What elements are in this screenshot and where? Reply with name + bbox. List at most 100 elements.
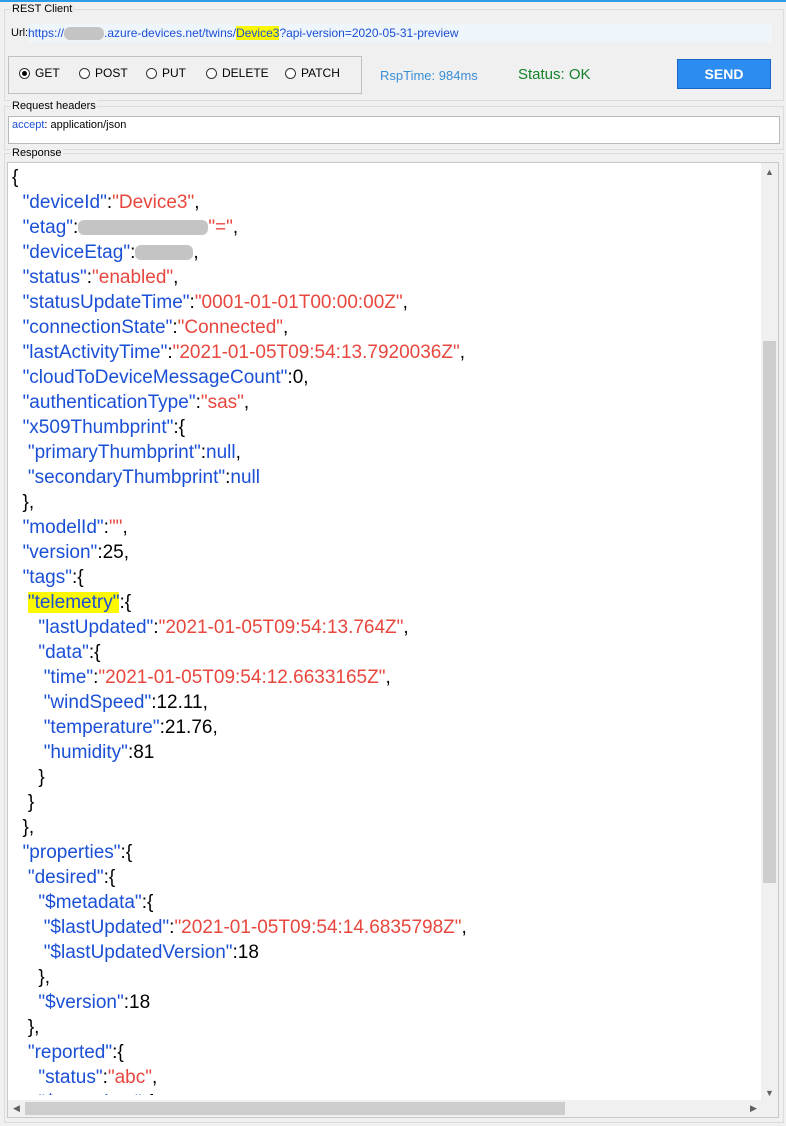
json-punctuation: :12.11,	[151, 692, 208, 713]
json-punctuation	[12, 467, 28, 488]
json-punctuation: :18	[123, 992, 151, 1013]
method-post-radio[interactable]: POST	[79, 66, 128, 80]
json-line: "$lastUpdated":"2021-01-05T09:54:14.6835…	[12, 915, 752, 940]
json-key: "version"	[22, 542, 98, 563]
json-key: "status"	[38, 1067, 103, 1088]
scroll-left-icon[interactable]: ◀	[8, 1100, 25, 1117]
json-punctuation: :25,	[97, 542, 130, 563]
status-label: Status: OK	[518, 66, 591, 83]
scroll-right-icon[interactable]: ▶	[745, 1100, 762, 1117]
json-key: "windSpeed"	[43, 692, 152, 713]
method-patch-radio[interactable]: PATCH	[285, 66, 340, 80]
redacted-value	[135, 245, 194, 261]
json-key: "status"	[22, 267, 87, 288]
json-punctuation	[12, 892, 38, 913]
json-key: "humidity"	[43, 742, 128, 763]
redacted-value	[78, 220, 209, 236]
json-line: {	[12, 165, 752, 190]
json-punctuation: :21.76,	[159, 717, 218, 738]
url-device-path: Device3	[236, 26, 280, 40]
vertical-scroll-thumb[interactable]	[763, 341, 776, 883]
json-line: "x509Thumbprint":{	[12, 415, 752, 440]
json-key-highlighted: "telemetry"	[27, 592, 120, 613]
json-line: "cloudToDeviceMessageCount":0,	[12, 365, 752, 390]
json-punctuation: ,	[402, 292, 408, 313]
json-punctuation	[12, 992, 38, 1013]
json-key: "reported"	[27, 1042, 113, 1063]
json-punctuation: ,	[122, 517, 128, 538]
json-line: "status":"abc",	[12, 1065, 752, 1090]
json-punctuation: },	[12, 1017, 40, 1038]
method-delete-radio[interactable]: DELETE	[206, 66, 269, 80]
redacted-host	[64, 27, 105, 41]
json-line: "lastUpdated":"2021-01-05T09:54:13.764Z"…	[12, 615, 752, 640]
json-key: "primaryThumbprint"	[27, 442, 201, 463]
json-punctuation: :{	[120, 842, 133, 863]
json-punctuation: ,	[193, 242, 199, 263]
json-punctuation: ,	[152, 1067, 158, 1088]
json-string-value: "enabled"	[92, 267, 174, 288]
json-punctuation: :81	[127, 742, 155, 763]
json-punctuation: :{	[173, 417, 185, 438]
json-line: "status":"enabled",	[12, 265, 752, 290]
json-line: "time":"2021-01-05T09:54:12.6633165Z",	[12, 665, 752, 690]
request-headers-input[interactable]: accept: application/json	[8, 116, 780, 144]
json-punctuation	[12, 642, 38, 663]
json-string-value: "2021-01-05T09:54:13.7920036Z"	[172, 342, 460, 363]
url-prefix: https://	[28, 26, 65, 40]
radio-icon	[146, 67, 157, 79]
json-key: "temperature"	[43, 717, 160, 738]
send-button[interactable]: SEND	[677, 59, 771, 89]
json-line: "lastActivityTime":"2021-01-05T09:54:13.…	[12, 340, 752, 365]
json-punctuation: ,	[385, 667, 391, 688]
json-punctuation	[12, 617, 38, 638]
vertical-scrollbar[interactable]: ▲ ▼	[761, 163, 778, 1101]
scroll-up-icon[interactable]: ▲	[761, 163, 778, 180]
json-line: "deviceId":"Device3",	[12, 190, 752, 215]
response-title: Response	[11, 147, 63, 159]
json-line: },	[12, 965, 752, 990]
json-string-value: "0001-01-01T00:00:00Z"	[194, 292, 403, 313]
json-line: "secondaryThumbprint":null	[12, 465, 752, 490]
json-punctuation	[12, 717, 44, 738]
method-get-radio[interactable]: GET	[19, 66, 60, 80]
app-title: REST Client	[11, 3, 74, 15]
json-punctuation	[12, 367, 23, 388]
url-label: Url:	[11, 27, 29, 39]
json-line: "reported":{	[12, 1040, 752, 1065]
json-punctuation	[12, 317, 23, 338]
json-string-value: "2021-01-05T09:54:13.764Z"	[158, 617, 404, 638]
json-line: "$version":18	[12, 990, 752, 1015]
url-input[interactable]: https:// .azure-devices.net/twins/Device3…	[28, 24, 772, 42]
horizontal-scroll-thumb[interactable]	[25, 1102, 565, 1115]
json-string-value: "="	[208, 217, 233, 238]
method-label: PUT	[162, 66, 186, 80]
json-punctuation	[12, 942, 44, 963]
json-punctuation	[12, 1092, 38, 1095]
json-line: "desired":{	[12, 865, 752, 890]
header-key: accept	[12, 119, 45, 131]
json-key: "deviceId"	[22, 192, 107, 213]
json-key: "properties"	[22, 842, 121, 863]
json-line: "$metadata":{	[12, 1090, 752, 1095]
scroll-down-icon[interactable]: ▼	[761, 1084, 778, 1101]
json-punctuation	[12, 842, 23, 863]
horizontal-scrollbar[interactable]: ◀ ▶	[8, 1100, 762, 1117]
json-key: "tags"	[22, 567, 72, 588]
json-punctuation: ,	[232, 217, 239, 238]
json-punctuation: ,	[235, 442, 241, 463]
url-suffix: ?api-version=2020-05-31-preview	[279, 26, 459, 40]
json-string-value: "abc"	[107, 1067, 152, 1088]
json-line: "temperature":21.76,	[12, 715, 752, 740]
json-key: "time"	[43, 667, 94, 688]
json-line: "etag": "=",	[12, 215, 752, 240]
json-punctuation	[12, 1042, 28, 1063]
json-string-value: "2021-01-05T09:54:14.6835798Z"	[174, 917, 462, 938]
response-body[interactable]: { "deviceId":"Device3", "etag": "=", "dev…	[7, 162, 779, 1118]
json-key: "$lastUpdatedVersion"	[43, 942, 233, 963]
json-punctuation	[12, 917, 44, 938]
method-put-radio[interactable]: PUT	[146, 66, 186, 80]
json-literal: null	[230, 467, 260, 488]
json-punctuation: ,	[459, 342, 465, 363]
radio-icon	[79, 67, 90, 79]
